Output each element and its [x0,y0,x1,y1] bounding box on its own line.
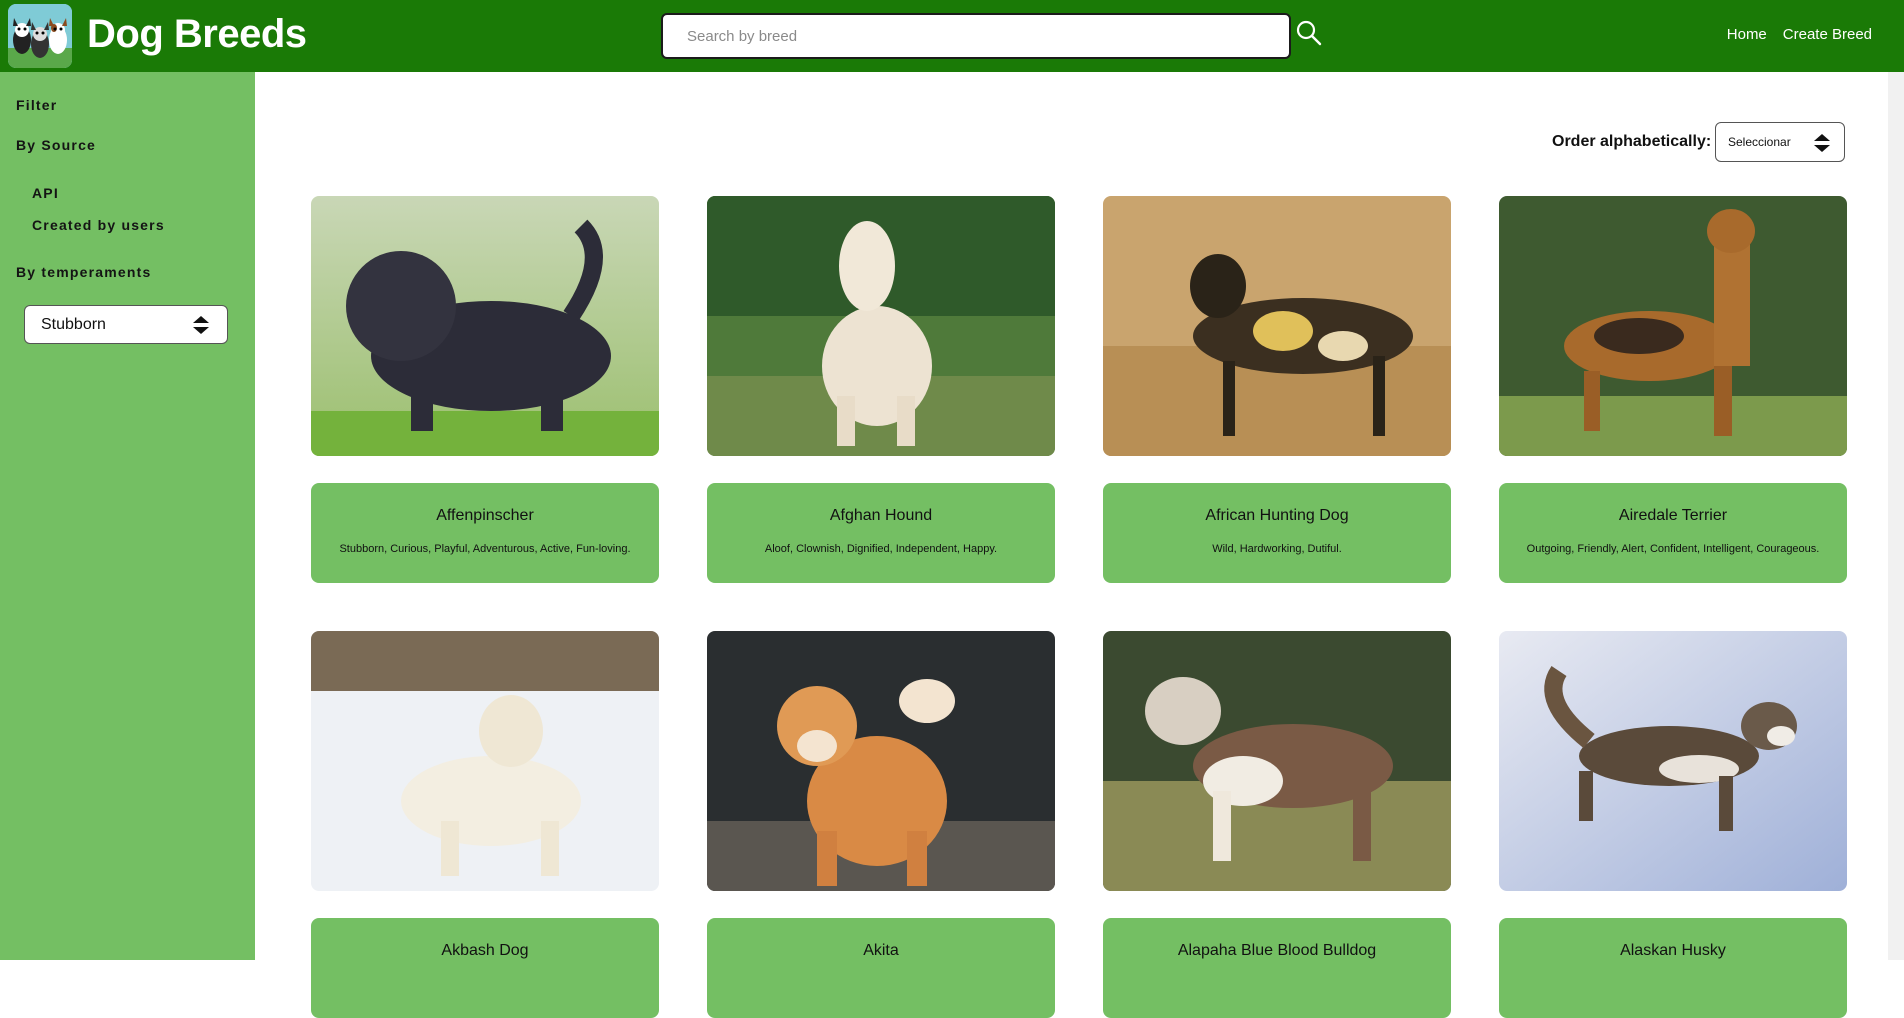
filter-sidebar: Filter By Source API Created by users By… [0,72,255,960]
search-button[interactable] [1293,18,1325,50]
order-select-value: Seleccionar [1728,135,1791,149]
search-icon [1296,20,1322,45]
breed-card-info: Affenpinscher Stubborn, Curious, Playful… [311,483,659,583]
breed-temperaments: Aloof, Clownish, Dignified, Independent,… [764,543,998,555]
breed-temperaments: Outgoing, Friendly, Alert, Confident, In… [1526,543,1820,555]
breed-image [311,631,659,891]
breed-card-info: Alapaha Blue Blood Bulldog [1103,918,1451,1018]
source-created-by-users-option[interactable]: Created by users [32,217,165,233]
breed-image [311,196,659,456]
breed-name: Alaskan Husky [1620,942,1726,959]
breed-card-info: Alaskan Husky [1499,918,1847,1018]
temperament-select-value: Stubborn [41,315,106,333]
breed-card-info: Akita [707,918,1055,1018]
breed-temperaments: Stubborn, Curious, Playful, Adventurous,… [339,543,631,555]
by-source-heading: By Source [16,137,97,153]
breed-name: Afghan Hound [829,507,933,524]
breed-temperaments: Wild, Hardworking, Dutiful. [1212,543,1342,555]
breed-card-info: Akbash Dog [311,918,659,1018]
nav-create-breed-link[interactable]: Create Breed [1783,26,1872,43]
temperament-select[interactable]: Stubborn [24,305,228,344]
breed-name: Akita [863,942,899,959]
breed-name: Airedale Terrier [1618,507,1728,524]
breed-name: Affenpinscher [436,507,534,524]
dogs-logo-icon[interactable] [8,4,72,68]
order-label: Order alphabetically: [1552,133,1712,150]
breed-image [1499,631,1847,891]
by-temperaments-heading: By temperaments [16,264,152,280]
page-scrollbar[interactable] [1888,72,1904,960]
search-input[interactable] [661,13,1291,59]
filter-heading: Filter [16,97,58,113]
select-updown-icon [1814,134,1830,152]
top-header: Dog Breeds Home Create Breed [0,0,1904,72]
breed-name: African Hunting Dog [1205,507,1349,524]
select-updown-icon [193,316,209,334]
search-bar [661,13,1291,59]
source-api-option[interactable]: API [32,185,59,201]
breed-image [707,196,1055,456]
top-nav: Home Create Breed [1727,26,1872,43]
app-title: Dog Breeds [87,12,307,56]
breed-name: Akbash Dog [441,942,529,959]
breed-image [1103,196,1451,456]
nav-home-link[interactable]: Home [1727,26,1767,43]
breed-name: Alapaha Blue Blood Bulldog [1177,942,1377,959]
breed-card-info: African Hunting Dog Wild, Hardworking, D… [1103,483,1451,583]
breed-card-info: Airedale Terrier Outgoing, Friendly, Ale… [1499,483,1847,583]
breed-image [707,631,1055,891]
breed-image [1103,631,1451,891]
breed-card-info: Afghan Hound Aloof, Clownish, Dignified,… [707,483,1055,583]
order-select[interactable]: Seleccionar [1715,122,1845,162]
breed-image [1499,196,1847,456]
